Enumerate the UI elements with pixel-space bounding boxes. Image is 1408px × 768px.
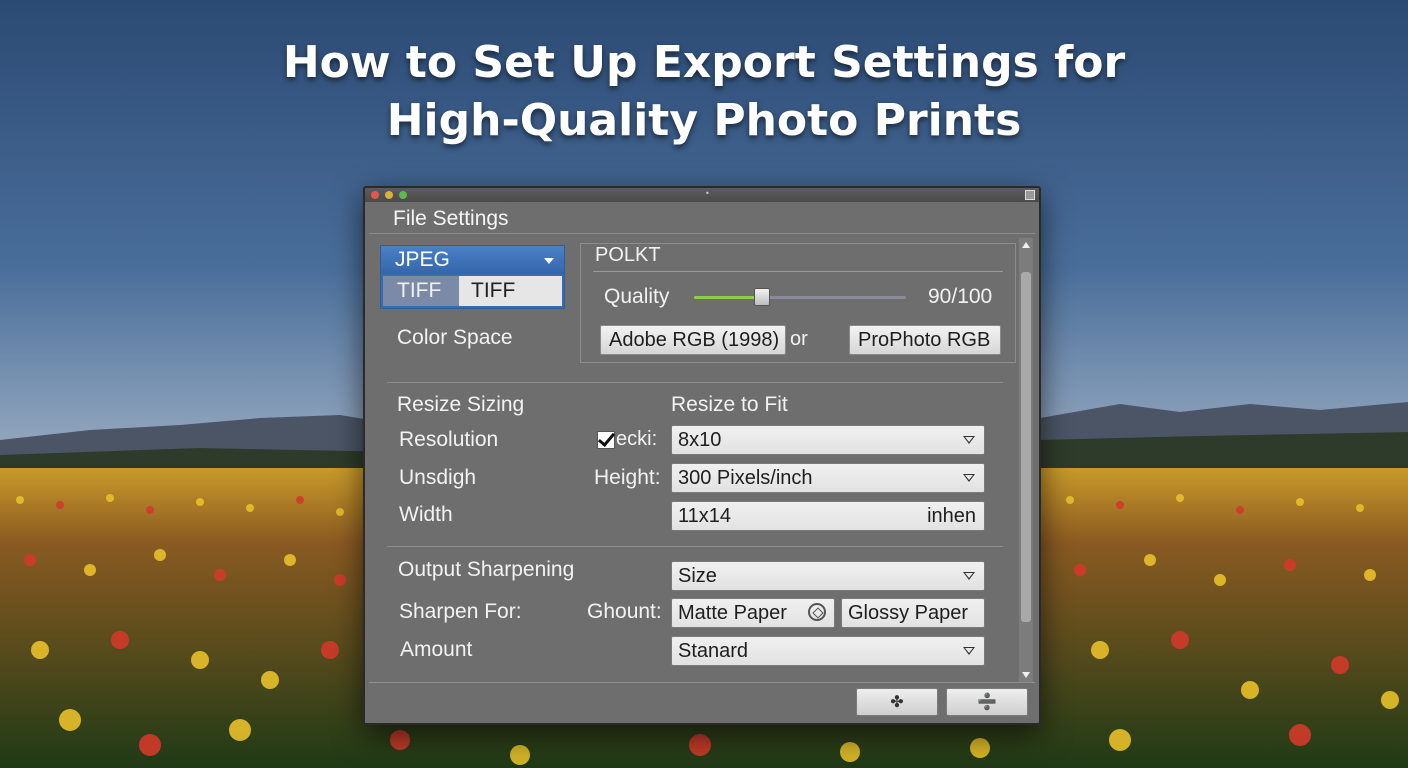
resolution-dropdown[interactable]: 300 Pixels/inch: [671, 463, 985, 493]
color-space-label: Color Space: [397, 326, 513, 349]
amount-dropdown-value: Stanard: [678, 640, 749, 662]
resize-checkbox[interactable]: [597, 431, 615, 449]
resolution-dropdown-value: 300 Pixels/inch: [678, 467, 813, 489]
scroll-thumb[interactable]: [1021, 272, 1031, 622]
amount-label: Amount: [400, 638, 473, 661]
resize-to-fit-label: Resize to Fit: [671, 393, 788, 416]
chevron-down-icon: [963, 474, 975, 482]
format-selected[interactable]: JPEG: [381, 246, 564, 274]
quality-group: POLKT Quality 90/100 Adobe RGB (1998) or…: [580, 243, 1016, 363]
checkbox-label: ecki:: [616, 428, 658, 450]
vertical-scrollbar[interactable]: [1019, 238, 1033, 682]
amount-dropdown[interactable]: Stanard: [671, 636, 985, 666]
title-line-1: How to Set Up Export Settings for: [282, 37, 1126, 88]
close-window-icon[interactable]: [371, 191, 379, 199]
target-icon: [808, 603, 826, 621]
matte-paper-option[interactable]: Matte Paper: [671, 598, 835, 628]
title-line-2: High-Quality Photo Prints: [386, 95, 1022, 146]
chevron-down-icon: [963, 572, 975, 580]
section-divider-1: [387, 382, 1003, 383]
or-label: or: [790, 328, 808, 350]
scroll-down-icon[interactable]: [1022, 672, 1030, 678]
size-dropdown[interactable]: 8x10: [671, 425, 985, 455]
adobe-rgb-button[interactable]: Adobe RGB (1998): [600, 325, 786, 355]
titlebar-mark: •: [705, 189, 710, 198]
footer-button-1[interactable]: ✤: [856, 688, 938, 716]
width-field-value: 11x14: [678, 505, 732, 527]
width-unit: inhen: [927, 505, 976, 527]
scroll-up-icon[interactable]: [1022, 242, 1030, 248]
sharpening-size-dropdown[interactable]: Size: [671, 561, 985, 591]
section-divider-2: [387, 546, 1003, 547]
resize-sizing-label: Resize Sizing: [397, 393, 525, 416]
footer-divider: [369, 682, 1035, 683]
glossy-paper-option[interactable]: Glossy Paper: [841, 598, 985, 628]
quality-label: Quality: [604, 285, 670, 308]
maximize-icon[interactable]: [1025, 190, 1035, 200]
quality-slider[interactable]: [694, 288, 906, 306]
format-option-tiff-2[interactable]: TIFF: [459, 276, 562, 306]
width-field[interactable]: 11x14 inhen: [671, 501, 985, 531]
height-label: Height:: [594, 466, 661, 489]
quality-group-title: POLKT: [595, 244, 661, 266]
quality-value: 90/100: [928, 285, 993, 308]
ghount-label: Ghount:: [587, 600, 662, 623]
export-settings-window: • File Settings JPEG TIFF TIFF Color Spa…: [363, 186, 1041, 725]
matte-paper-label: Matte Paper: [678, 602, 787, 624]
group-divider: [593, 271, 1003, 272]
window-titlebar[interactable]: •: [365, 188, 1039, 202]
prophoto-rgb-button[interactable]: ProPhoto RGB: [849, 325, 1001, 355]
quality-slider-thumb[interactable]: [754, 288, 770, 306]
quality-slider-fill: [694, 296, 762, 299]
width-label: Width: [399, 503, 453, 526]
format-option-tiff-1[interactable]: TIFF: [383, 276, 459, 306]
minimize-window-icon[interactable]: [385, 191, 393, 199]
zoom-window-icon[interactable]: [399, 191, 407, 199]
chevron-down-icon: [544, 258, 554, 264]
page-title: How to Set Up Export Settings for High-Q…: [0, 34, 1408, 150]
file-settings-header: File Settings: [393, 207, 509, 230]
chevron-down-icon: [963, 436, 975, 444]
sharpen-for-label: Sharpen For:: [399, 600, 522, 623]
chevron-down-icon: [963, 647, 975, 655]
size-dropdown-value: 8x10: [678, 429, 722, 451]
output-sharpening-label: Output Sharpening: [398, 558, 575, 581]
header-divider: [369, 233, 1035, 234]
format-selected-label: JPEG: [395, 248, 450, 271]
resolution-label: Resolution: [399, 428, 499, 451]
format-dropdown[interactable]: JPEG TIFF TIFF: [380, 245, 565, 309]
footer-button-2[interactable]: ➗: [946, 688, 1028, 716]
unsdigh-label: Unsdigh: [399, 466, 477, 489]
sharpening-size-value: Size: [678, 565, 717, 587]
